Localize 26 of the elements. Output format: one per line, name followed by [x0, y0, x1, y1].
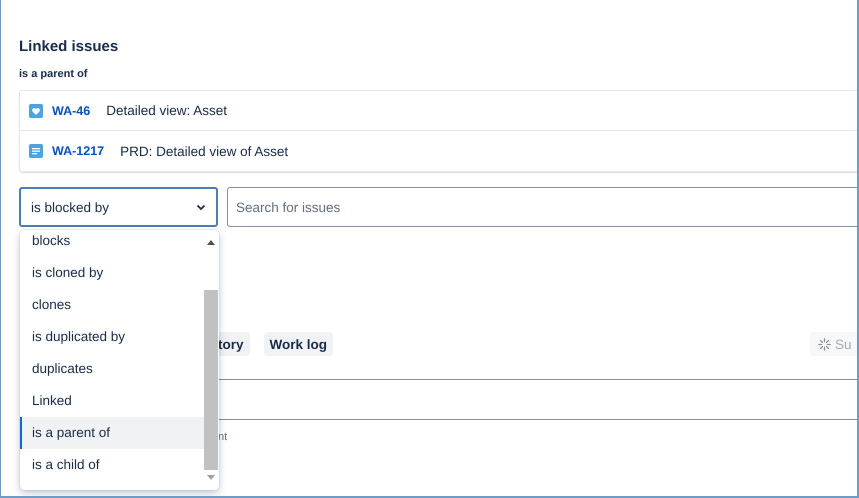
dropdown-option[interactable]: is a parent of [20, 417, 204, 449]
issue-summary: Detailed view: Asset [106, 103, 228, 118]
link-type-select[interactable]: is blocked by [19, 187, 218, 227]
dropdown-option[interactable]: blocks [20, 230, 204, 257]
activity-tab[interactable]: tory [217, 332, 250, 356]
dropdown-option[interactable]: is duplicated by [20, 321, 204, 353]
dropdown-option[interactable]: duplicates [20, 353, 204, 385]
section-title: Linked issues [19, 37, 120, 57]
scroll-up-arrow-icon[interactable] [207, 240, 215, 245]
dropdown-option[interactable]: clones [20, 289, 204, 321]
field-hint: nt [218, 430, 228, 444]
dropdown-option[interactable]: is cloned by [20, 257, 204, 289]
scrollbar[interactable] [204, 230, 218, 490]
document-icon [29, 144, 43, 158]
spinner-icon [818, 338, 831, 350]
story-icon [29, 104, 43, 118]
link-group-label: is a parent of [19, 67, 88, 81]
activity-tab[interactable]: Work log [264, 332, 334, 356]
scroll-down-arrow-icon[interactable] [207, 475, 215, 480]
issue-summary: PRD: Detailed view of Asset [120, 144, 288, 158]
issue-key-link[interactable]: WA-1217 [52, 144, 104, 158]
issue-key-link[interactable]: WA-46 [52, 104, 90, 118]
issue-search-field[interactable]: Search for issues [227, 187, 857, 227]
dropdown-option[interactable]: is a child of [20, 449, 204, 481]
chevron-down-icon [196, 204, 206, 210]
dropdown-option[interactable]: Linked [20, 385, 204, 417]
